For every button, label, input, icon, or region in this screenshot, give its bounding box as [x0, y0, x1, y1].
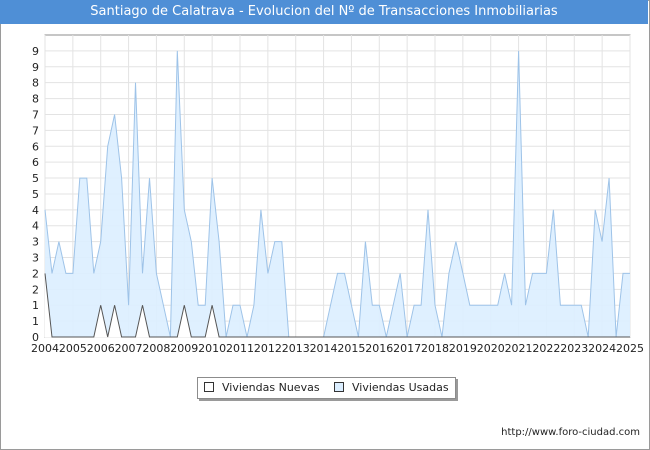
x-tick-label: 2022: [532, 342, 560, 355]
legend-swatch-usadas: [334, 382, 344, 392]
legend: Viviendas Nuevas Viviendas Usadas: [197, 377, 456, 399]
legend-label-usadas: Viviendas Usadas: [352, 381, 449, 394]
x-tick-label: 2023: [560, 342, 588, 355]
x-tick-label: 2004: [31, 342, 59, 355]
source-url: http://www.foro-ciudad.com: [501, 427, 640, 438]
x-tick-label: 2011: [226, 342, 254, 355]
legend-item-viviendas-usadas: Viviendas Usadas: [334, 378, 449, 398]
y-tick-label: 4: [32, 204, 39, 217]
y-tick-label: 3: [32, 236, 39, 249]
y-tick-label: 6: [32, 140, 39, 153]
x-tick-label: 2007: [115, 342, 143, 355]
y-tick-label: 2: [32, 267, 39, 280]
y-tick-label: 2: [32, 283, 39, 296]
x-tick-label: 2010: [198, 342, 226, 355]
y-tick-label: 9: [32, 45, 39, 58]
y-tick-label: 8: [32, 93, 39, 106]
x-tick-label: 2017: [393, 342, 421, 355]
y-tick-label: 7: [32, 108, 39, 121]
x-tick-label: 2009: [170, 342, 198, 355]
x-tick-label: 2021: [505, 342, 533, 355]
y-tick-label: 6: [32, 156, 39, 169]
y-tick-label: 7: [32, 124, 39, 137]
y-axis-ticks: 0112233445566778899: [32, 45, 39, 344]
y-tick-label: 3: [32, 252, 39, 265]
x-tick-label: 2008: [142, 342, 170, 355]
y-tick-label: 9: [32, 61, 39, 74]
legend-item-viviendas-nuevas: Viviendas Nuevas: [204, 378, 320, 398]
x-tick-label: 2025: [616, 342, 644, 355]
x-tick-label: 2024: [588, 342, 616, 355]
x-tick-label: 2012: [254, 342, 282, 355]
legend-swatch-nuevas: [204, 382, 214, 392]
x-tick-label: 2013: [282, 342, 310, 355]
x-tick-label: 2014: [310, 342, 338, 355]
x-tick-label: 2020: [477, 342, 505, 355]
x-tick-label: 2005: [59, 342, 87, 355]
x-tick-label: 2016: [365, 342, 393, 355]
y-tick-label: 1: [32, 315, 39, 328]
x-axis-ticks: 2004 2005 2006 2007 2008 2009 2010 2011 2012 2013…: [31, 342, 644, 355]
y-tick-label: 1: [32, 299, 39, 312]
y-tick-label: 8: [32, 77, 39, 90]
x-tick-label: 2018: [421, 342, 449, 355]
y-tick-label: 5: [32, 188, 39, 201]
legend-label-nuevas: Viviendas Nuevas: [222, 381, 320, 394]
y-tick-label: 4: [32, 220, 39, 233]
x-tick-label: 2019: [449, 342, 477, 355]
y-tick-label: 5: [32, 172, 39, 185]
x-tick-label: 2006: [87, 342, 115, 355]
x-tick-label: 2015: [337, 342, 365, 355]
